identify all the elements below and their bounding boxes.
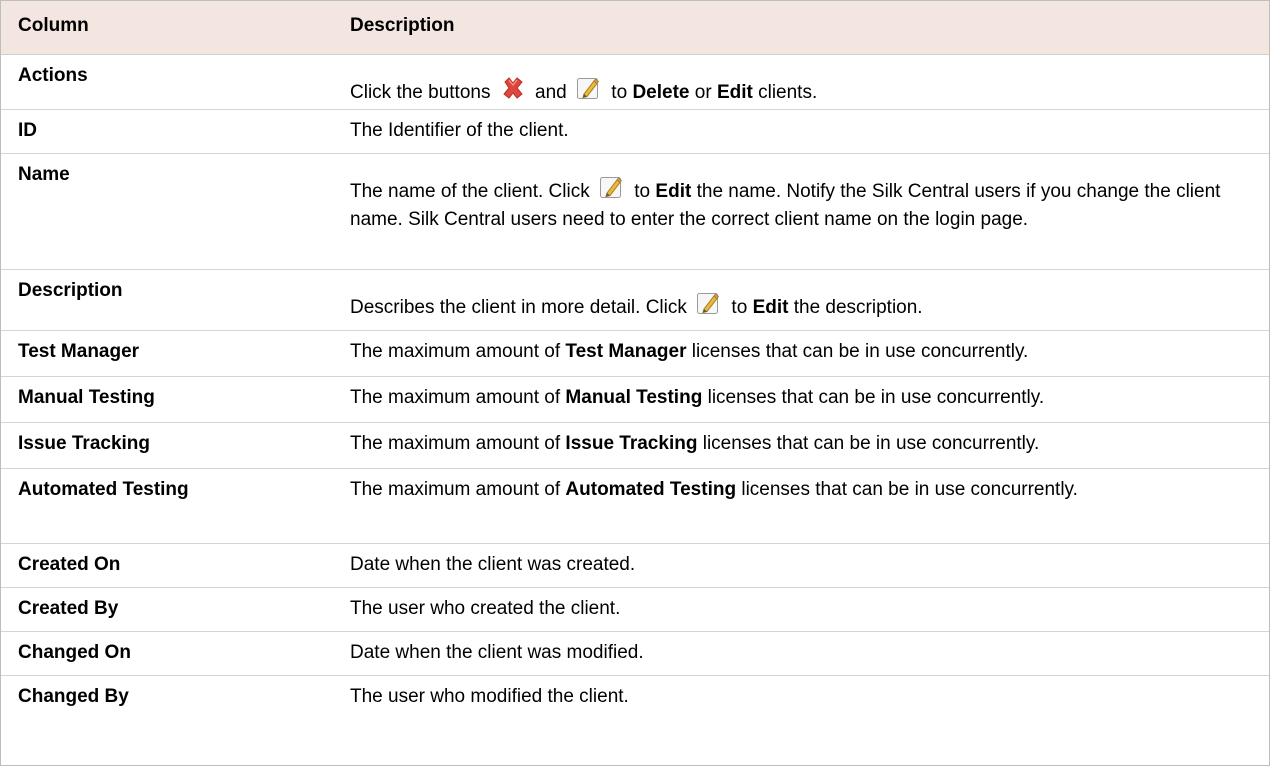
- row-label-manual-testing: Manual Testing: [0, 376, 334, 423]
- desc-text: Click the buttons: [350, 81, 491, 103]
- desc-text: licenses that can be in use concurrently…: [741, 478, 1078, 500]
- table-header-row: Column Description: [0, 0, 1270, 55]
- desc-text: licenses that can be in use concurrently…: [707, 386, 1045, 408]
- row-label-changed-on: Changed On: [0, 631, 334, 676]
- desc-bold-manual-testing: Manual Testing: [565, 386, 703, 408]
- table-row: Created On Date when the client was crea…: [0, 543, 1270, 588]
- row-desc-changed-by: The user who modified the client.: [350, 685, 629, 707]
- edit-pencil-icon: [696, 290, 722, 316]
- column-description-table: Column Description Actions Click the but…: [0, 0, 1270, 766]
- row-desc-changed-on: Date when the client was modified.: [334, 631, 1270, 676]
- desc-text: to: [634, 180, 651, 202]
- table-row: Changed On Date when the client was modi…: [0, 631, 1270, 676]
- row-label-name: Name: [0, 153, 334, 270]
- row-desc-created-by: The user who created the client.: [334, 587, 1270, 632]
- table-header: Column Description: [0, 0, 1270, 55]
- table-row: Created By The user who created the clie…: [0, 587, 1270, 632]
- table-row: Changed By The user who modified the cli…: [0, 675, 1270, 766]
- row-desc-automated-testing: The maximum amount of Automated Testing …: [334, 468, 1270, 544]
- desc-bold-delete: Delete: [632, 81, 690, 103]
- desc-bold-automated-testing: Automated Testing: [565, 478, 737, 500]
- desc-text: to: [611, 81, 628, 103]
- desc-bold-edit: Edit: [752, 296, 789, 318]
- row-label-id: ID: [0, 109, 334, 154]
- table-row: Manual Testing The maximum amount of Man…: [0, 376, 1270, 423]
- table-row: Description Describes the client in more…: [0, 269, 1270, 331]
- desc-text: clients.: [758, 81, 818, 103]
- table-row: Automated Testing The maximum amount of …: [0, 468, 1270, 544]
- row-label-test-manager: Test Manager: [0, 330, 334, 377]
- desc-text: The maximum amount of: [350, 432, 561, 454]
- desc-text: and: [535, 81, 567, 103]
- row-desc-id: The Identifier of the client.: [334, 109, 1270, 154]
- desc-text: licenses that can be in use concurrently…: [702, 432, 1040, 454]
- desc-bold-issue-tracking: Issue Tracking: [565, 432, 698, 454]
- row-desc-manual-testing: The maximum amount of Manual Testing lic…: [334, 376, 1270, 423]
- desc-text: or: [694, 81, 712, 103]
- row-label-automated-testing: Automated Testing: [0, 468, 334, 544]
- table-row: ID The Identifier of the client.: [0, 109, 1270, 154]
- edit-pencil-icon: [576, 75, 602, 101]
- row-desc-actions: Click the buttons and to Delete or Edit …: [334, 54, 1270, 110]
- desc-text: The maximum amount of: [350, 478, 561, 500]
- row-label-actions: Actions: [0, 54, 334, 110]
- row-label-description: Description: [0, 269, 334, 331]
- desc-text: The maximum amount of: [350, 340, 561, 362]
- row-desc-issue-tracking: The maximum amount of Issue Tracking lic…: [334, 422, 1270, 469]
- desc-bold-test-manager: Test Manager: [565, 340, 687, 362]
- desc-text: Describes the client in more detail. Cli…: [350, 296, 687, 318]
- header-description: Description: [334, 0, 1270, 55]
- header-column: Column: [0, 0, 334, 55]
- row-label-changed-by: Changed By: [18, 685, 129, 707]
- desc-text: to: [731, 296, 748, 318]
- desc-text: The name of the client. Click: [350, 180, 590, 202]
- row-label-issue-tracking: Issue Tracking: [0, 422, 334, 469]
- desc-text: the description.: [793, 296, 923, 318]
- desc-bold-edit: Edit: [655, 180, 692, 202]
- desc-text: The maximum amount of: [350, 386, 561, 408]
- edit-pencil-icon: [599, 174, 625, 200]
- row-desc-description: Describes the client in more detail. Cli…: [334, 269, 1270, 331]
- table-row: Name The name of the client. Click to Ed…: [0, 153, 1270, 270]
- row-desc-test-manager: The maximum amount of Test Manager licen…: [334, 330, 1270, 377]
- table-row: Test Manager The maximum amount of Test …: [0, 330, 1270, 377]
- table-row: Actions Click the buttons and to Delete …: [0, 54, 1270, 110]
- desc-bold-edit: Edit: [716, 81, 753, 103]
- delete-x-icon: [500, 75, 526, 101]
- row-desc-name: The name of the client. Click to Edit th…: [334, 153, 1270, 270]
- row-label-created-on: Created On: [0, 543, 334, 588]
- desc-text: licenses that can be in use concurrently…: [691, 340, 1029, 362]
- table-row: Issue Tracking The maximum amount of Iss…: [0, 422, 1270, 469]
- row-desc-created-on: Date when the client was created.: [334, 543, 1270, 588]
- row-label-created-by: Created By: [0, 587, 334, 632]
